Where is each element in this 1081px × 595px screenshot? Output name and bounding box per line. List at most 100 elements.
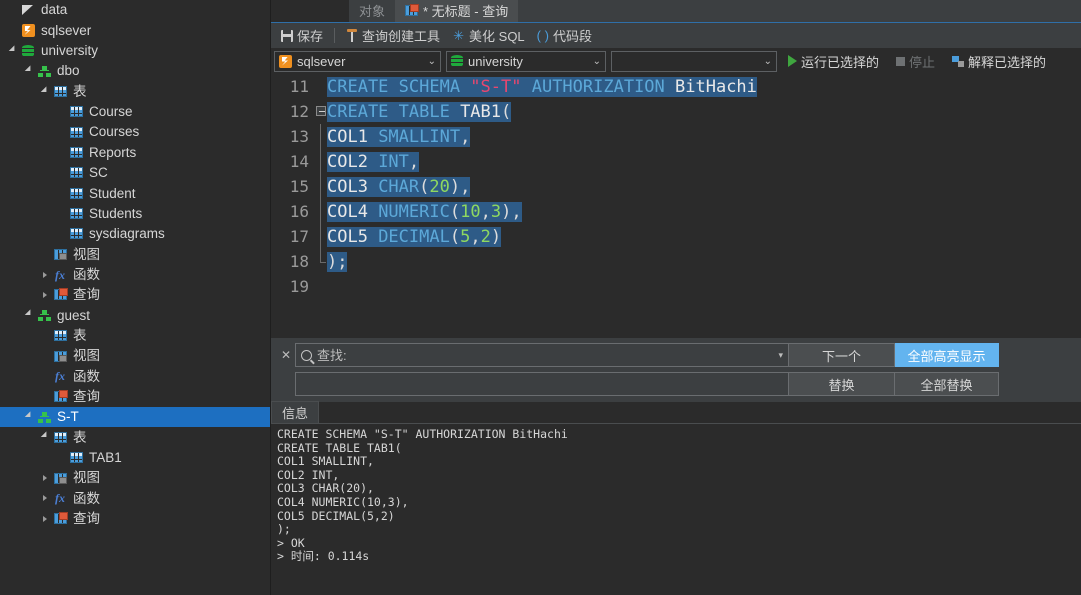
save-label: 保存: [297, 29, 324, 44]
code-token: (: [449, 201, 461, 222]
tree-item-表[interactable]: 表: [0, 427, 270, 447]
find-next-button[interactable]: 下一个: [789, 343, 895, 367]
fold-collapse-icon[interactable]: [316, 106, 326, 116]
view-icon: [51, 472, 69, 484]
schema-select[interactable]: ⌄: [611, 50, 777, 72]
replace-input[interactable]: [296, 373, 788, 395]
replace-input-wrap[interactable]: [295, 372, 789, 396]
code-token: 3: [490, 201, 502, 222]
tree-item-视图[interactable]: 视图: [0, 244, 270, 264]
code-token: ),: [501, 201, 522, 222]
tree-item-Course[interactable]: Course: [0, 102, 270, 122]
tree-item-视图[interactable]: 视图: [0, 468, 270, 488]
editor-line[interactable]: 15 COL3 CHAR(20),: [271, 174, 1081, 199]
editor-line[interactable]: 18);: [271, 249, 1081, 274]
tree-item-表[interactable]: 表: [0, 326, 270, 346]
run-selected-button[interactable]: 运行已选择的: [782, 50, 885, 72]
tree-item-表[interactable]: 表: [0, 81, 270, 101]
sql-editor[interactable]: 11 CREATE SCHEMA "S-T" AUTHORIZATION BitH…: [271, 74, 1081, 337]
find-replace-bar[interactable]: ✕ ▾ 下一个 全部高亮显示 替换 全部替换: [271, 337, 1081, 402]
editor-line[interactable]: 16 COL4 NUMERIC(10,3),: [271, 199, 1081, 224]
object-tree-sidebar[interactable]: data sqlsever university dbo 表 Course Courses R…: [0, 0, 271, 595]
tab-messages[interactable]: 信息: [271, 401, 320, 423]
query-builder-label: 查询创建工具: [362, 29, 441, 44]
chevron-right-icon[interactable]: [38, 292, 51, 298]
tree-item-dbo[interactable]: dbo: [0, 61, 270, 81]
server-select-value: sqlsever: [297, 53, 346, 69]
query-toolbar[interactable]: 保存 查询创建工具 ✳ 美化 SQL ( ) 代码段: [271, 23, 1081, 48]
tree-item-查询[interactable]: 查询: [0, 285, 270, 305]
editor-tabbar[interactable]: 对象 * 无标题 - 查询: [271, 0, 1081, 23]
tab-untitled-query-label: * 无标题 - 查询: [423, 4, 509, 19]
editor-line[interactable]: 13 COL1 SMALLINT,: [271, 124, 1081, 149]
sql-editor-lines[interactable]: 11 CREATE SCHEMA "S-T" AUTHORIZATION BitH…: [271, 74, 1081, 299]
tree-item-university[interactable]: university: [0, 41, 270, 61]
chevron-down-icon[interactable]: [22, 67, 35, 75]
chevron-right-icon[interactable]: [38, 475, 51, 481]
tree-item-guest[interactable]: guest: [0, 305, 270, 325]
chevron-down-icon[interactable]: ▾: [778, 350, 783, 361]
tree-item-查询[interactable]: 查询: [0, 509, 270, 529]
tree-item-TAB1[interactable]: TAB1: [0, 448, 270, 468]
tree-item-Student[interactable]: Student: [0, 183, 270, 203]
editor-line[interactable]: 14 COL2 INT,: [271, 149, 1081, 174]
editor-line[interactable]: 11 CREATE SCHEMA "S-T" AUTHORIZATION BitH…: [271, 74, 1081, 99]
chevron-right-icon[interactable]: [38, 495, 51, 501]
tree-item-SC[interactable]: SC: [0, 163, 270, 183]
tree-item-查询[interactable]: 查询: [0, 387, 270, 407]
find-input-wrap[interactable]: ▾: [295, 343, 789, 367]
server-select[interactable]: sqlsever ⌄: [274, 50, 441, 72]
tree-item-函数[interactable]: fx 函数: [0, 488, 270, 508]
chevron-down-icon[interactable]: [38, 433, 51, 441]
fold-line: [320, 149, 321, 174]
tree-item-Reports[interactable]: Reports: [0, 142, 270, 162]
database-tree[interactable]: data sqlsever university dbo 表 Course Courses R…: [0, 0, 270, 529]
find-row[interactable]: ✕ ▾ 下一个 全部高亮显示: [277, 343, 1075, 367]
chevron-down-icon: ⌄: [592, 55, 601, 67]
close-icon[interactable]: ✕: [277, 348, 295, 362]
save-button[interactable]: 保存: [275, 25, 329, 47]
highlight-all-button[interactable]: 全部高亮显示: [895, 343, 999, 367]
chevron-right-icon[interactable]: [38, 272, 51, 278]
beautify-sql-button[interactable]: ✳ 美化 SQL: [446, 25, 531, 47]
tree-item-Courses[interactable]: Courses: [0, 122, 270, 142]
replace-all-button[interactable]: 全部替换: [895, 372, 999, 396]
table-icon: [51, 431, 69, 443]
chevron-down-icon[interactable]: [22, 311, 35, 319]
tab-untitled-query[interactable]: * 无标题 - 查询: [395, 0, 519, 22]
find-input[interactable]: [317, 347, 774, 363]
tree-item-label: dbo: [57, 63, 80, 79]
chevron-down-icon[interactable]: [38, 88, 51, 96]
tree-item-函数[interactable]: fx 函数: [0, 264, 270, 284]
tab-objects[interactable]: 对象: [349, 0, 395, 22]
tree-item-sqlsever[interactable]: sqlsever: [0, 20, 270, 40]
tree-item-Students[interactable]: Students: [0, 203, 270, 223]
fold-gutter: [315, 199, 327, 224]
code-token: AUTHORIZATION: [521, 76, 676, 97]
chevron-down-icon[interactable]: [22, 413, 35, 421]
explain-selected-button[interactable]: 解释已选择的: [946, 50, 1052, 72]
tree-item-视图[interactable]: 视图: [0, 346, 270, 366]
editor-line[interactable]: 17 COL5 DECIMAL(5,2): [271, 224, 1081, 249]
replace-row[interactable]: 替换 全部替换: [277, 372, 1075, 396]
editor-line[interactable]: 19: [271, 274, 1081, 299]
line-number: 18: [289, 252, 309, 271]
tree-item-sysdiagrams[interactable]: sysdiagrams: [0, 224, 270, 244]
tree-item-label: 表: [73, 429, 87, 445]
tree-item-S-T[interactable]: S-T: [0, 406, 270, 428]
snippet-button[interactable]: ( ) 代码段: [531, 25, 598, 47]
chevron-down-icon[interactable]: [6, 47, 19, 55]
results-tabbar[interactable]: 信息: [271, 401, 1081, 424]
query-icon: [51, 390, 69, 403]
code-token: ),: [449, 176, 471, 197]
fold-gutter[interactable]: [315, 99, 327, 124]
chevron-right-icon[interactable]: [38, 516, 51, 522]
tree-item-data[interactable]: data: [0, 0, 270, 20]
replace-button[interactable]: 替换: [789, 372, 895, 396]
tree-item-函数[interactable]: fx 函数: [0, 366, 270, 386]
tree-item-label: Courses: [89, 124, 140, 140]
editor-line[interactable]: 12 CREATE TABLE TAB1(: [271, 99, 1081, 124]
database-select[interactable]: university ⌄: [446, 50, 606, 72]
connection-bar[interactable]: sqlsever ⌄ university ⌄ ⌄ 运行已选择的 停止 解释已选…: [271, 48, 1081, 74]
query-builder-button[interactable]: 查询创建工具: [340, 25, 446, 47]
